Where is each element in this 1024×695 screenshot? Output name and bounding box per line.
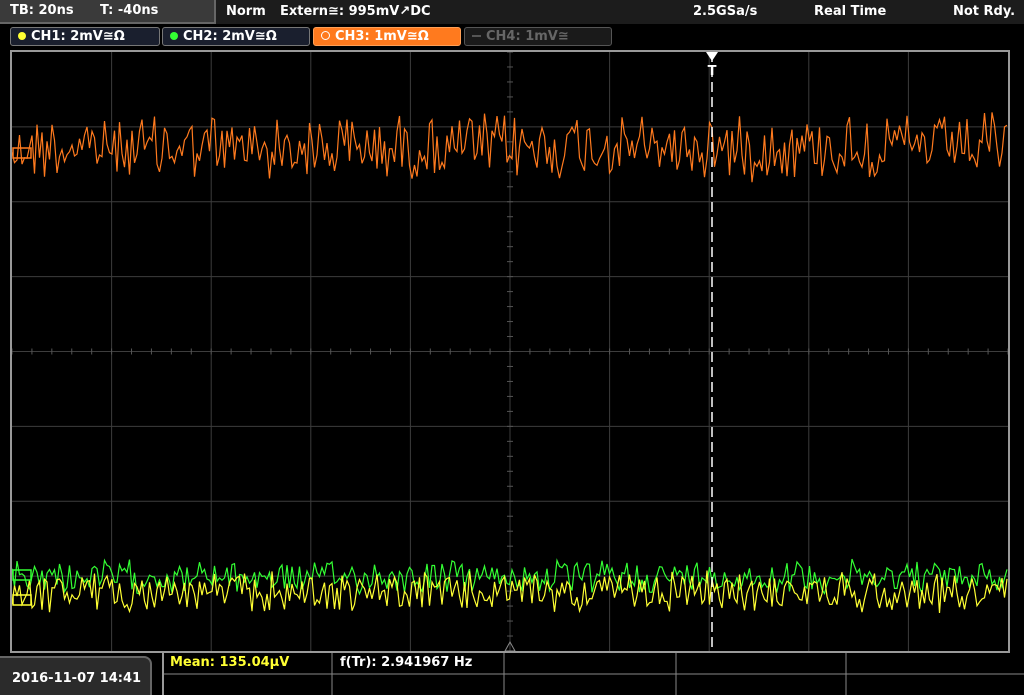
waveform-display[interactable]: T xyxy=(10,50,1010,653)
channel-3-dot-icon xyxy=(321,31,330,40)
channel-3-label: CH3: 1mV≅Ω xyxy=(335,29,429,44)
acquisition-mode[interactable]: Real Time xyxy=(814,4,886,19)
channel-2-button[interactable]: CH2: 2mV≅Ω xyxy=(162,27,310,46)
timebase-panel[interactable]: TB: 20ns T: -40ns xyxy=(0,0,216,24)
measurement-grid xyxy=(164,653,1024,695)
channel-2-label: CH2: 2mV≅Ω xyxy=(183,29,277,44)
channel-4-label: CH4: 1mV≅ xyxy=(486,29,569,44)
datetime-panel[interactable]: 2016-11-07 14:41 xyxy=(0,656,152,695)
trigger-mode[interactable]: Norm xyxy=(226,4,266,19)
channel-3-button[interactable]: CH3: 1mV≅Ω xyxy=(313,27,461,46)
frequency-measurement: f(Tr): 2.941967 Hz xyxy=(340,655,473,670)
graticule xyxy=(12,52,1008,651)
status-bar: TB: 20ns T: -40ns Norm Extern≅: 995mV↗DC… xyxy=(0,0,1024,24)
channel-4-off-icon xyxy=(472,35,481,37)
channel-4-button[interactable]: CH4: 1mV≅ xyxy=(464,27,612,46)
trigger-time-value: T: -40ns xyxy=(100,3,159,18)
channel-1-label: CH1: 2mV≅Ω xyxy=(31,29,125,44)
mean-measurement: Mean: 135.04µV xyxy=(170,655,290,670)
timebase-value: TB: 20ns xyxy=(10,3,74,18)
channel-1-button[interactable]: CH1: 2mV≅Ω xyxy=(10,27,160,46)
sample-rate[interactable]: 2.5GSa/s xyxy=(693,4,757,19)
trigger-arrow-icon[interactable] xyxy=(706,52,718,61)
measurement-panel[interactable]: Mean: 135.04µV f(Tr): 2.941967 Hz xyxy=(162,653,1024,695)
datetime-value: 2016-11-07 14:41 xyxy=(12,671,142,686)
trigger-source[interactable]: Extern≅: 995mV↗DC xyxy=(280,4,431,19)
trigger-marker-label: T xyxy=(708,64,717,79)
channel-bar: CH1: 2mV≅Ω CH2: 2mV≅Ω CH3: 1mV≅Ω CH4: 1m… xyxy=(0,24,1024,48)
channel-2-dot-icon xyxy=(170,32,178,40)
acquisition-state: Not Rdy. xyxy=(953,4,1016,19)
channel-1-dot-icon xyxy=(18,32,26,40)
waveform-canvas: T xyxy=(12,52,1008,651)
